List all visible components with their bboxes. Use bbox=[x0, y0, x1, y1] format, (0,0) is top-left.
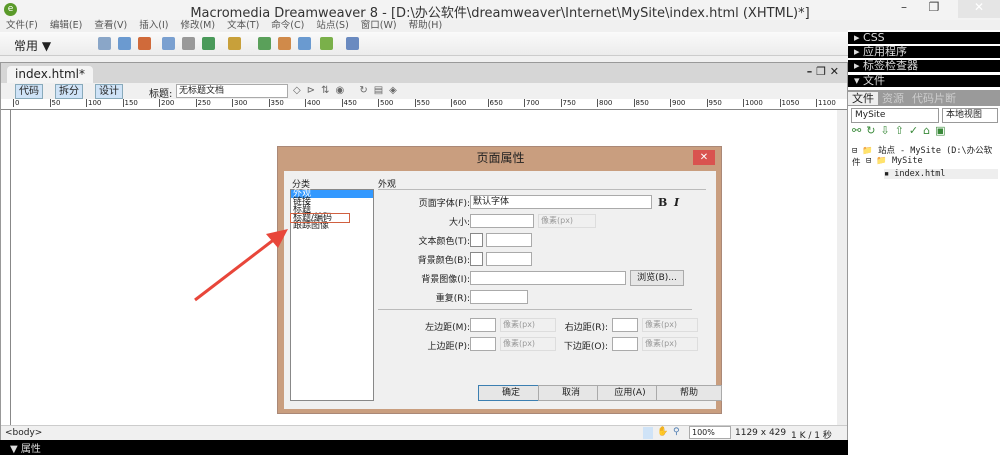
annotation-arrow bbox=[194, 229, 288, 302]
